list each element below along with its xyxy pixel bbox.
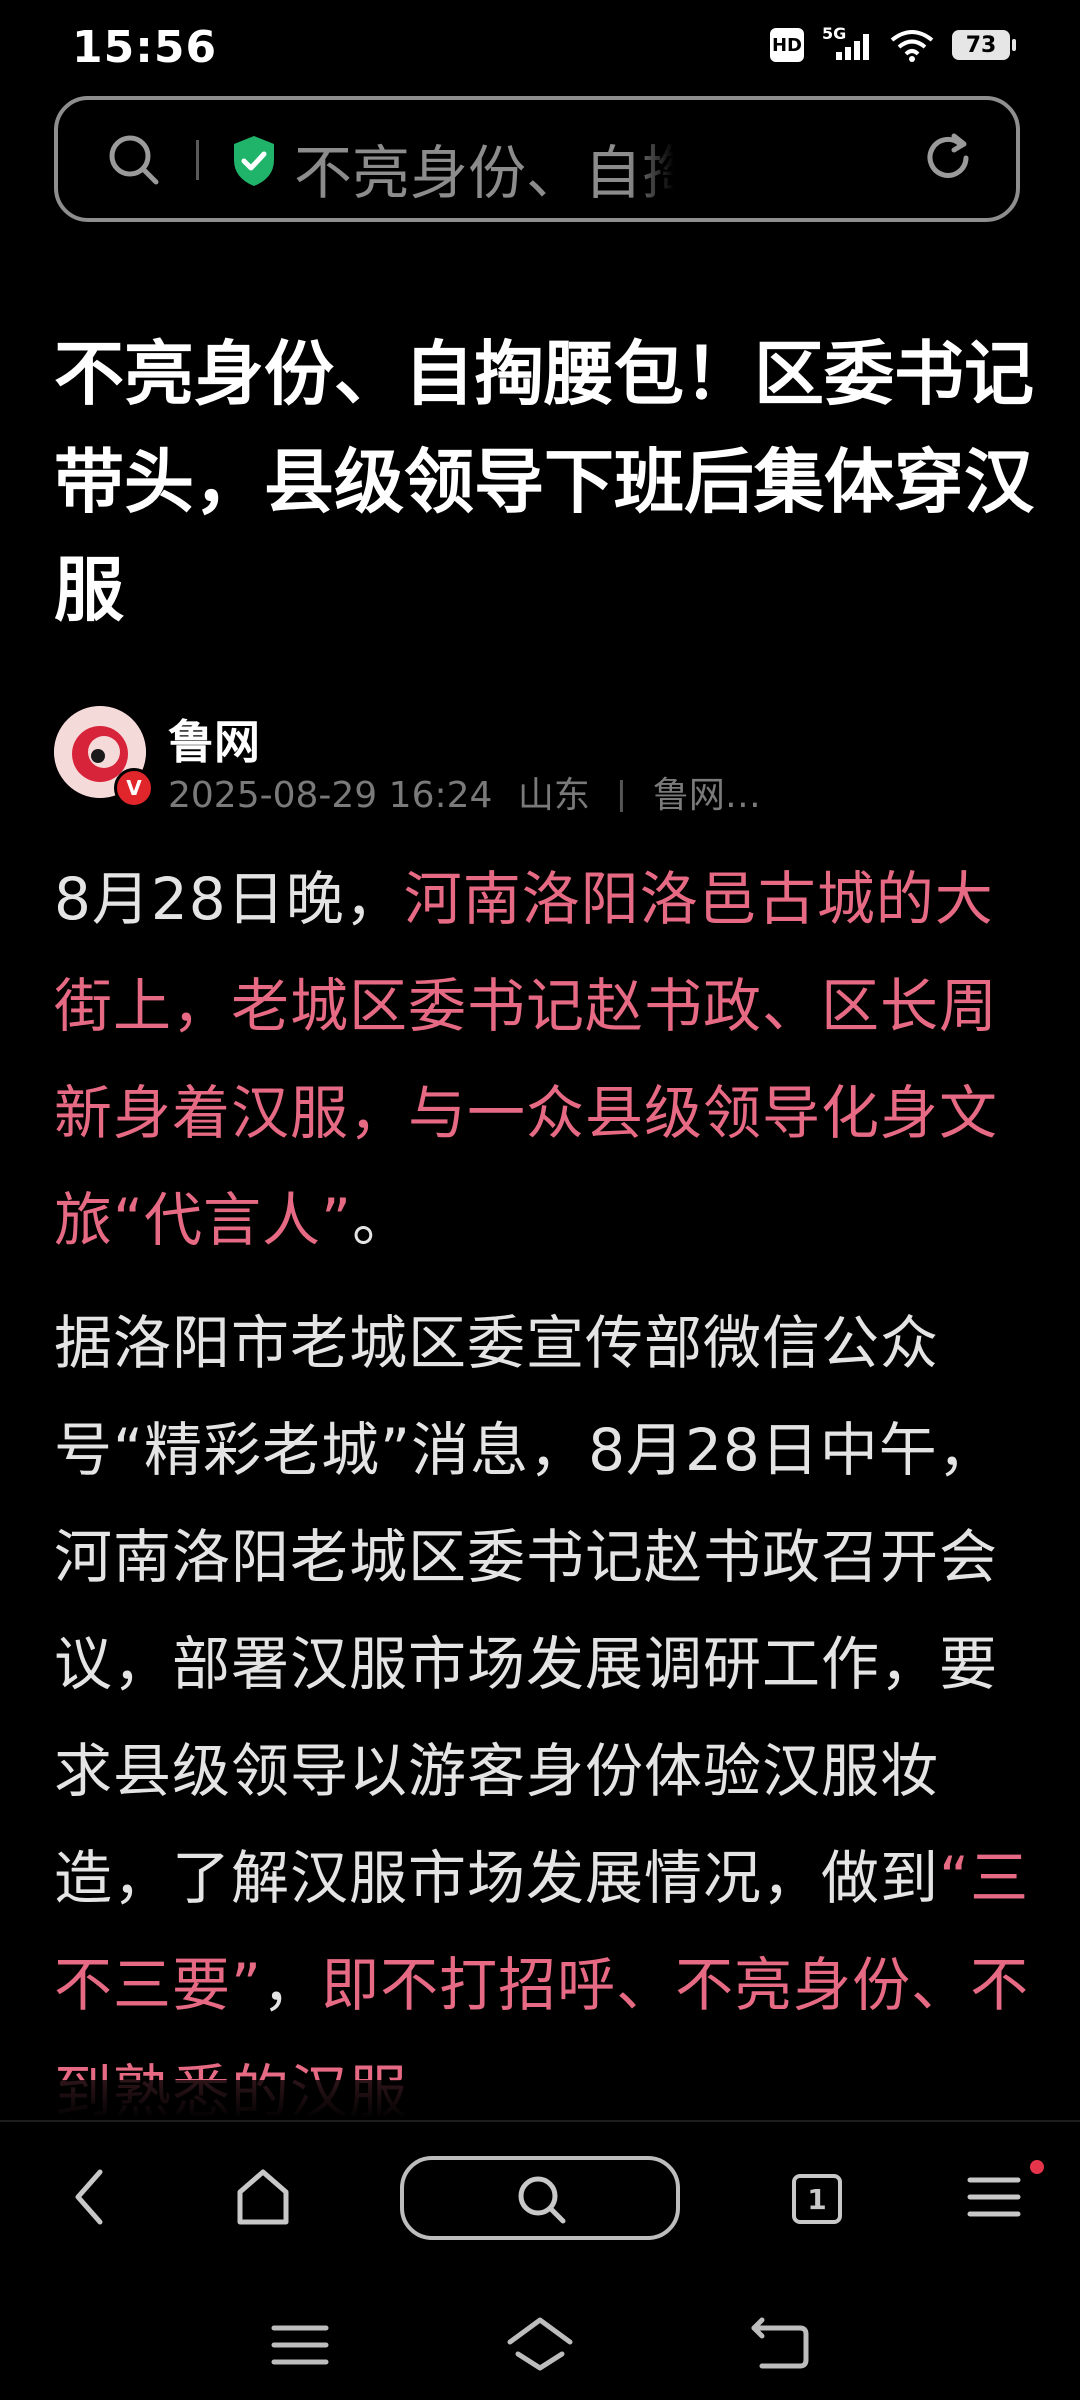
hd-icon: HD xyxy=(770,28,804,62)
home-icon[interactable] xyxy=(504,2314,576,2374)
signal-5g-icon: 5G xyxy=(822,24,872,62)
wifi-icon xyxy=(890,30,934,62)
article-paragraph-1: 8月28日晚，河南洛阳洛邑古城的大街上，老城区委书记赵书政、区长周新身着汉服，与… xyxy=(54,846,1034,1274)
author-meta: 2025-08-29 16:24 山东 | 鲁网… xyxy=(168,766,868,812)
author-row[interactable]: V 鲁网 2025-08-29 16:24 山东 | 鲁网… xyxy=(54,706,1034,812)
status-icons: HD 5G 73 xyxy=(770,24,1016,62)
p2-comma: ， xyxy=(262,1951,322,2019)
reload-icon[interactable] xyxy=(920,130,976,186)
source-name: 鲁网… xyxy=(652,775,761,812)
home-icon[interactable] xyxy=(232,2162,294,2232)
article-paragraph-2: 据洛阳市老城区委宣传部微信公众号“精彩老城”消息，8月28日中午，河南洛阳老城区… xyxy=(54,1290,1034,2146)
verified-badge: V xyxy=(114,768,154,808)
status-bar: 15:56 HD 5G 73 xyxy=(0,0,1080,96)
p2-text: 据洛阳市老城区委宣传部微信公众号“精彩老城”消息，8月28日中午，河南洛阳老城区… xyxy=(54,1309,999,1912)
secure-shield-icon xyxy=(234,136,274,186)
battery-icon: 73 xyxy=(952,30,1016,60)
article-title: 不亮身份、自掏腰包！区委书记带头，县级领导下班后集体穿汉服 xyxy=(54,333,1034,631)
p1-suffix: 。 xyxy=(352,1186,412,1254)
meta-divider: | xyxy=(615,775,628,812)
menu-icon[interactable] xyxy=(966,2162,1022,2232)
search-icon xyxy=(518,2176,566,2224)
search-icon[interactable] xyxy=(106,132,162,188)
browser-toolbar: 1 xyxy=(0,2120,1080,2280)
p1-prefix: 8月28日晚， xyxy=(54,865,404,933)
back-icon[interactable] xyxy=(748,2316,812,2372)
system-nav-bar xyxy=(0,2278,1080,2400)
tabs-icon[interactable]: 1 xyxy=(792,2174,842,2224)
back-icon[interactable] xyxy=(66,2162,116,2232)
author-name[interactable]: 鲁网 xyxy=(168,706,260,772)
location: 山东 xyxy=(517,775,590,812)
status-time: 15:56 xyxy=(72,22,218,73)
address-divider xyxy=(196,140,199,180)
recents-icon[interactable] xyxy=(270,2320,330,2370)
content-fade xyxy=(0,2080,1080,2120)
search-button[interactable] xyxy=(400,2156,680,2240)
publish-date: 2025-08-29 16:24 xyxy=(168,775,493,812)
menu-notification-dot xyxy=(1030,2160,1044,2174)
address-bar[interactable]: 不亮身份、自掏腰包！ xyxy=(54,96,1020,222)
address-page-title[interactable]: 不亮身份、自掏腰包！ xyxy=(294,126,674,210)
